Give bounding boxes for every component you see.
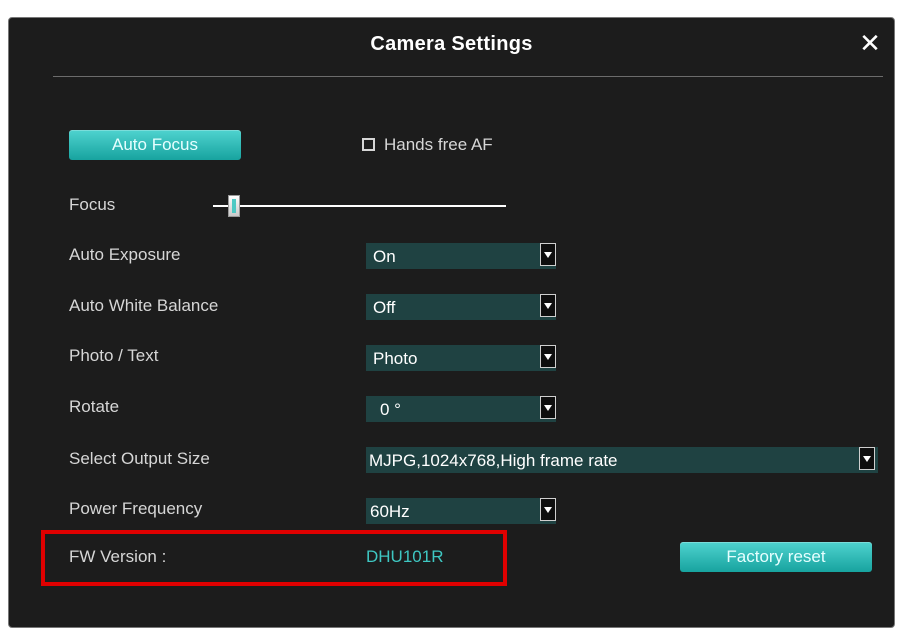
chevron-down-icon[interactable] [540,243,556,266]
photo-text-value: Photo [373,349,418,368]
auto-exposure-value: On [373,247,396,266]
chevron-down-icon[interactable] [540,498,556,521]
focus-slider-thumb[interactable] [228,195,240,217]
rotate-select[interactable]: 0 ° [366,396,556,422]
hands-free-af-label: Hands free AF [384,135,493,154]
close-icon[interactable]: ✕ [855,28,885,58]
auto-exposure-select[interactable]: On [366,243,556,269]
fw-version-highlight-box [41,530,507,586]
auto-white-balance-value: Off [373,298,396,317]
dialog-title: Camera Settings [370,33,533,55]
output-size-label: Select Output Size [69,449,210,468]
chevron-down-icon[interactable] [540,345,556,368]
output-size-value: MJPG,1024x768,High frame rate [369,451,618,470]
photo-text-select[interactable]: Photo [366,345,556,371]
chevron-down-icon[interactable] [540,294,556,317]
factory-reset-button[interactable]: Factory reset [680,542,872,572]
power-frequency-value: 60Hz [370,502,410,521]
output-size-select[interactable]: MJPG,1024x768,High frame rate [366,447,878,473]
focus-label: Focus [69,195,116,214]
rotate-label: Rotate [69,397,120,416]
power-frequency-select[interactable]: 60Hz [366,498,556,524]
chevron-down-icon[interactable] [859,447,875,470]
chevron-down-icon[interactable] [540,396,556,419]
focus-slider-track[interactable] [213,205,506,207]
power-frequency-label: Power Frequency [69,499,203,518]
title-divider [53,76,883,77]
auto-white-balance-label: Auto White Balance [69,296,219,315]
auto-white-balance-select[interactable]: Off [366,294,556,320]
photo-text-label: Photo / Text [69,346,159,365]
auto-focus-button[interactable]: Auto Focus [69,130,241,160]
auto-exposure-label: Auto Exposure [69,245,181,264]
hands-free-af-checkbox[interactable] [362,138,375,151]
rotate-value: 0 ° [380,400,401,419]
